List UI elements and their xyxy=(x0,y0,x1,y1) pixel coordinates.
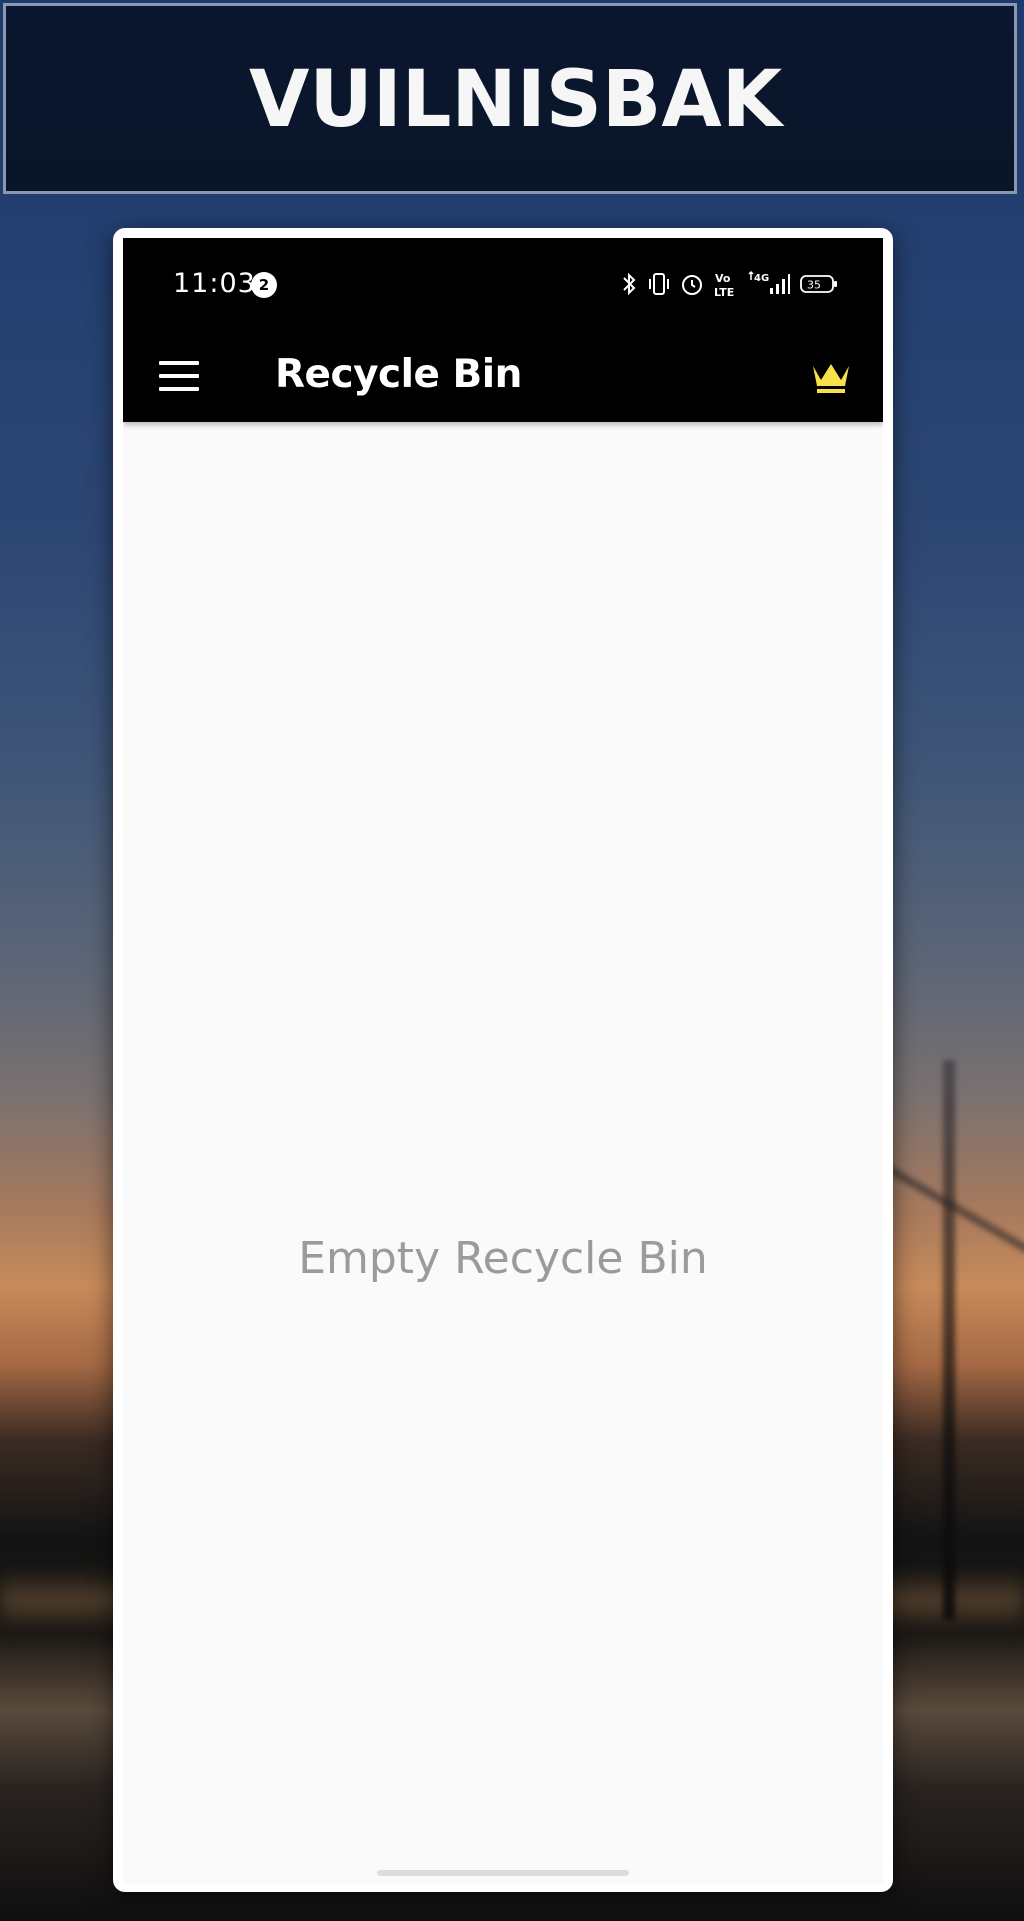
signal-4g-icon: 4G xyxy=(748,270,790,294)
status-bar: 11:03 2 Vo LTE 4G 35 xyxy=(123,238,883,330)
svg-text:LTE: LTE xyxy=(714,286,734,298)
battery-icon: 35 xyxy=(800,275,837,293)
app-screen: 11:03 2 Vo LTE 4G 35 Recycle Bin Empty R… xyxy=(123,238,883,1884)
banner-title: VUILNISBAK xyxy=(249,55,783,145)
svg-text:Vo: Vo xyxy=(715,272,731,285)
app-bar: Recycle Bin xyxy=(123,330,883,422)
wind-turbine-mast xyxy=(943,1060,955,1620)
volte-icon: Vo LTE xyxy=(714,272,734,298)
svg-text:35: 35 xyxy=(807,279,821,292)
svg-text:4G: 4G xyxy=(754,273,769,284)
alarm-icon xyxy=(682,275,702,295)
hamburger-menu-icon[interactable] xyxy=(159,358,201,394)
vibrate-icon xyxy=(649,273,669,295)
phone-frame: 11:03 2 Vo LTE 4G 35 Recycle Bin Empty R… xyxy=(113,228,893,1892)
status-time: 11:03 xyxy=(173,268,256,299)
empty-state-message: Empty Recycle Bin xyxy=(298,1233,708,1284)
status-icons: Vo LTE 4G 35 xyxy=(620,268,839,300)
bluetooth-icon xyxy=(623,272,636,296)
notification-badge: 2 xyxy=(251,272,277,298)
app-title: Recycle Bin xyxy=(275,352,522,397)
title-banner: VUILNISBAK xyxy=(3,3,1017,194)
crown-icon[interactable] xyxy=(807,352,855,400)
home-indicator[interactable] xyxy=(377,1870,629,1876)
